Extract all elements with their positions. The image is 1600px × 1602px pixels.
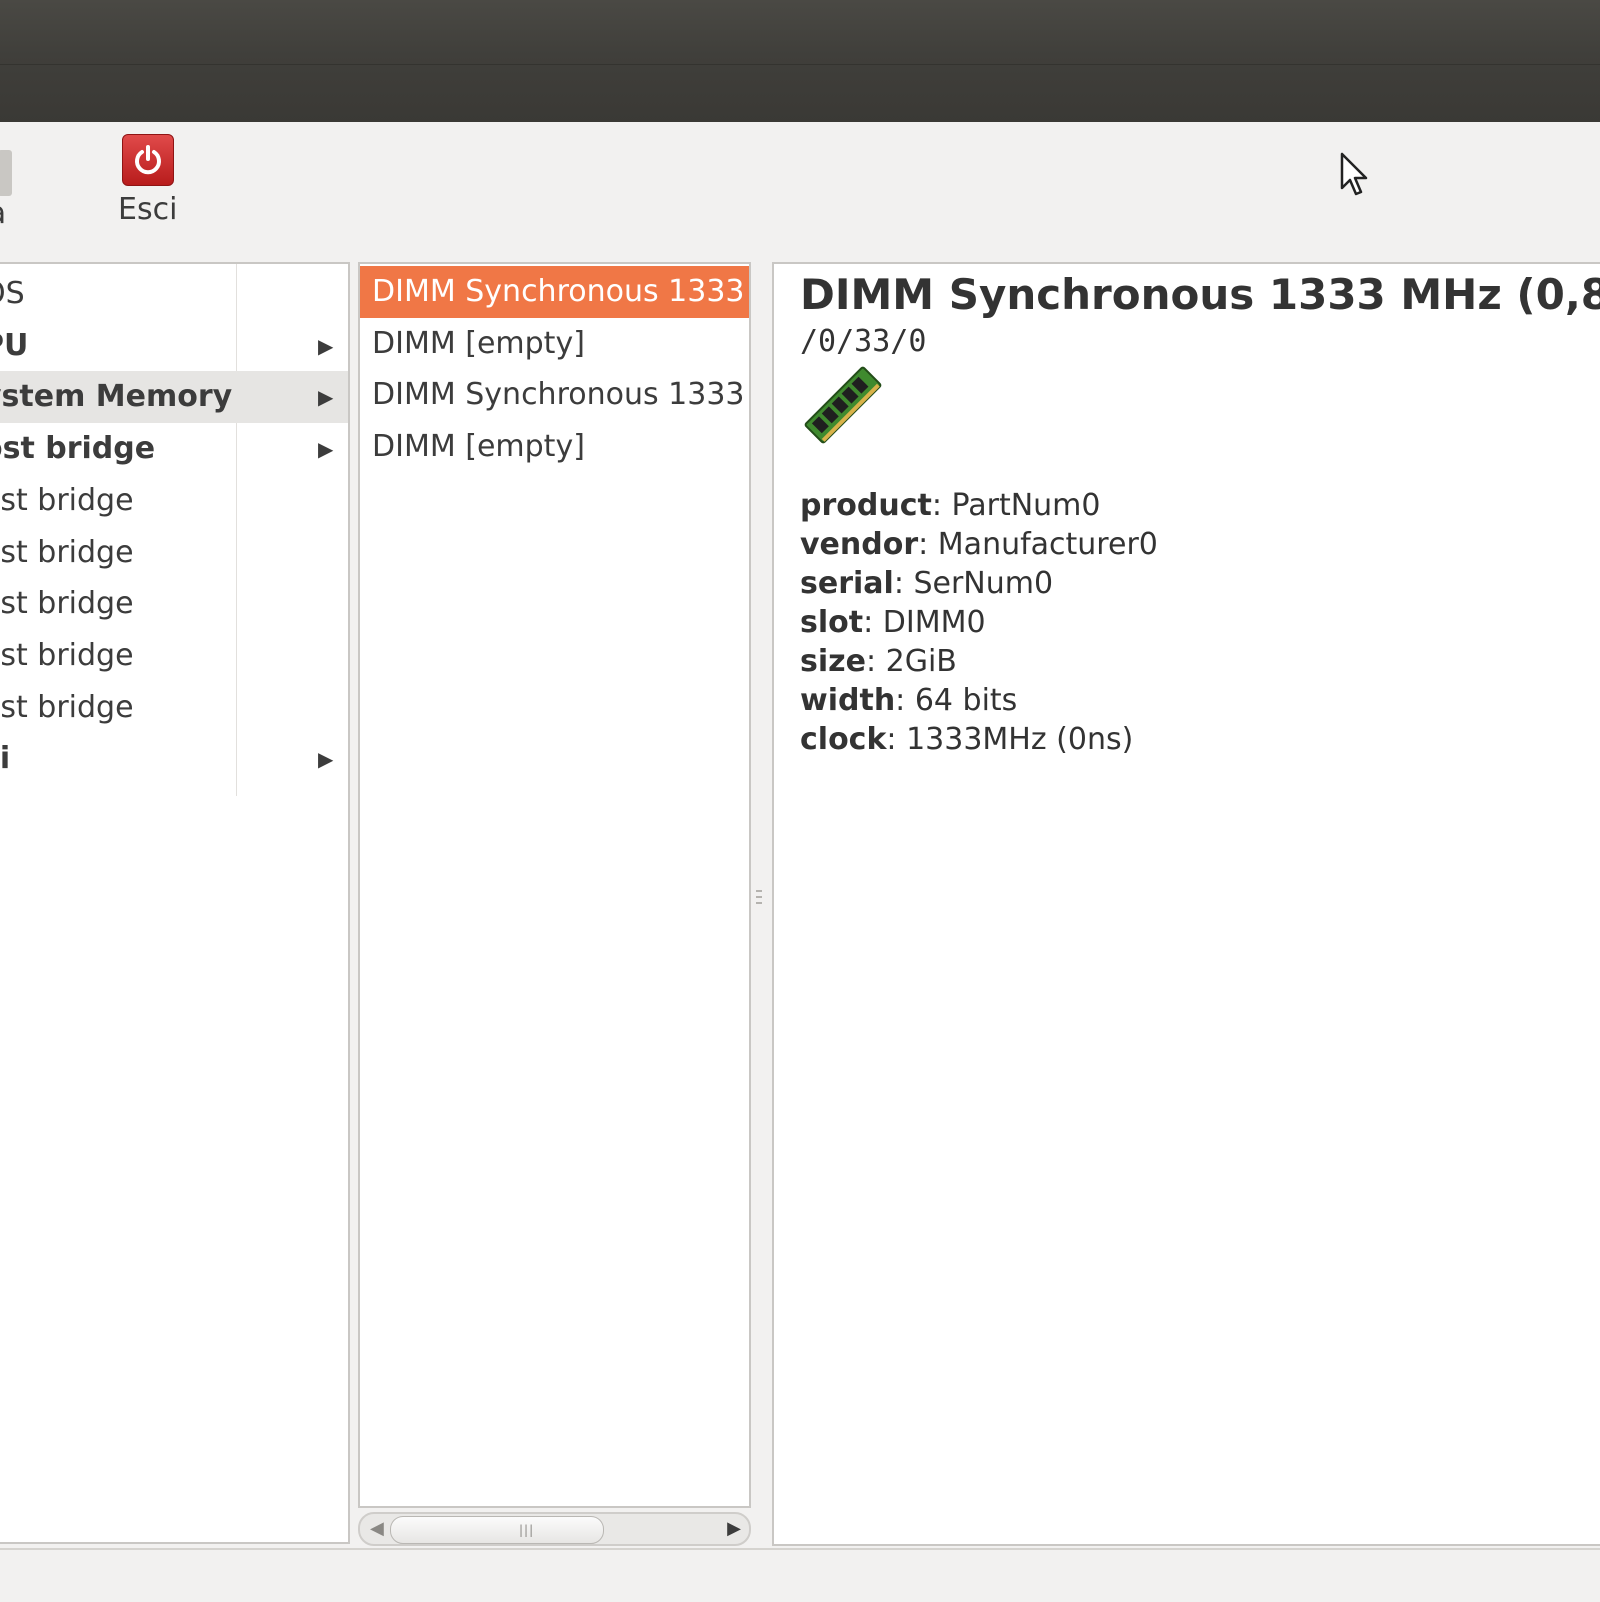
property-key: size bbox=[800, 644, 866, 679]
property-key: width bbox=[800, 683, 896, 718]
tree-item-label: si bbox=[0, 741, 11, 777]
property-list: product: PartNum0 vendor: Manufacturer0 se… bbox=[800, 486, 1158, 759]
expand-arrow-icon[interactable]: ▶ bbox=[318, 320, 333, 372]
memory-module-icon bbox=[798, 360, 888, 454]
property-value: DIMM0 bbox=[882, 605, 986, 640]
tree-item-label: ost bridge bbox=[0, 586, 134, 622]
property-row: slot: DIMM0 bbox=[800, 603, 1158, 642]
tree-item[interactable]: ost bridge bbox=[0, 527, 348, 579]
detail-path: /0/33/0 bbox=[800, 324, 927, 359]
tree-item-label: ost bridge bbox=[0, 431, 156, 467]
tree-item[interactable]: OS bbox=[0, 268, 348, 320]
status-bar bbox=[0, 1548, 1600, 1602]
pane-resize-handle[interactable] bbox=[756, 890, 762, 910]
tree-item-label: ystem Memory bbox=[0, 379, 233, 415]
tree-item-label: ost bridge bbox=[0, 534, 134, 570]
quit-label: Esci bbox=[118, 192, 178, 227]
property-key: product bbox=[800, 488, 932, 523]
property-row: product: PartNum0 bbox=[800, 486, 1158, 525]
property-row: serial: SerNum0 bbox=[800, 564, 1158, 603]
property-key: vendor bbox=[800, 527, 919, 562]
property-separator: : bbox=[893, 566, 914, 601]
toolbar-partial-label: va bbox=[0, 196, 6, 231]
power-icon bbox=[121, 134, 174, 186]
list-item[interactable]: DIMM Synchronous 1333 MHz (0,8 ns) bbox=[360, 266, 749, 318]
property-row: vendor: Manufacturer0 bbox=[800, 525, 1158, 564]
property-row: size: 2GiB bbox=[800, 642, 1158, 681]
expand-arrow-icon[interactable]: ▶ bbox=[318, 371, 333, 423]
device-tree[interactable]: OSPU▶ystem Memory▶ost bridge▶ost bridgeo… bbox=[0, 262, 350, 1544]
property-value: 2GiB bbox=[885, 644, 957, 679]
expand-arrow-icon[interactable]: ▶ bbox=[318, 733, 333, 785]
property-separator: : bbox=[918, 527, 938, 562]
tree-item[interactable]: PU ▶ bbox=[0, 320, 348, 372]
scroll-right-icon[interactable]: ▶ bbox=[727, 1518, 741, 1539]
property-row: width: 64 bits bbox=[800, 681, 1158, 720]
property-separator: : bbox=[895, 683, 915, 718]
property-separator: : bbox=[886, 722, 907, 757]
window-titlebar[interactable] bbox=[0, 0, 1600, 122]
tree-item[interactable]: ost bridge bbox=[0, 578, 348, 630]
property-key: clock bbox=[800, 722, 887, 757]
detail-title: DIMM Synchronous 1333 MHz (0,8 ns) bbox=[800, 270, 1600, 319]
property-value: 64 bits bbox=[914, 683, 1018, 718]
scroll-left-icon[interactable]: ◀ bbox=[370, 1518, 384, 1539]
list-item[interactable]: DIMM Synchronous 1333 MHz (0,8 ns) bbox=[360, 369, 749, 421]
tree-item-label: ost bridge bbox=[0, 482, 134, 518]
tree-item[interactable]: si ▶ bbox=[0, 733, 348, 785]
tree-item[interactable]: ost bridge bbox=[0, 682, 348, 734]
partial-toolbar-icon bbox=[0, 150, 12, 196]
tree-item-label: ost bridge bbox=[0, 637, 134, 673]
tree-item-label: OS bbox=[0, 276, 25, 311]
toolbar-partial-button[interactable]: va bbox=[0, 134, 12, 231]
tree-item[interactable]: ost bridge bbox=[0, 630, 348, 682]
property-row: clock: 1333MHz (0ns) bbox=[800, 720, 1158, 759]
titlebar-divider bbox=[0, 64, 1600, 65]
property-value: SerNum0 bbox=[913, 566, 1054, 601]
property-key: slot bbox=[800, 605, 864, 640]
property-value: PartNum0 bbox=[951, 488, 1101, 523]
tree-item[interactable]: ystem Memory ▶ bbox=[0, 371, 348, 424]
tree-item-label: ost bridge bbox=[0, 689, 134, 725]
detail-pane: DIMM Synchronous 1333 MHz (0,8 ns) /0/33… bbox=[772, 262, 1600, 1546]
device-list[interactable]: DIMM Synchronous 1333 MHz (0,8 ns)DIMM [… bbox=[358, 262, 751, 1508]
tree-item[interactable]: ost bridge ▶ bbox=[0, 423, 348, 475]
quit-button[interactable]: Esci bbox=[118, 134, 177, 227]
list-item[interactable]: DIMM [empty] bbox=[360, 318, 749, 370]
tree-item[interactable]: ost bridge bbox=[0, 475, 348, 527]
scrollbar-thumb[interactable]: ||| bbox=[390, 1516, 604, 1544]
expand-arrow-icon[interactable]: ▶ bbox=[318, 423, 333, 475]
list-item[interactable]: DIMM [empty] bbox=[360, 421, 749, 473]
horizontal-scrollbar[interactable]: ◀ ||| ▶ bbox=[358, 1512, 751, 1546]
property-separator: : bbox=[865, 644, 886, 679]
property-separator: : bbox=[931, 488, 952, 523]
tree-item-label: PU bbox=[0, 327, 29, 363]
property-value: 1333MHz (0ns) bbox=[906, 722, 1134, 757]
property-key: serial bbox=[800, 566, 894, 601]
grip-icon: ||| bbox=[519, 1523, 535, 1537]
property-value: Manufacturer0 bbox=[937, 527, 1158, 562]
property-separator: : bbox=[863, 605, 883, 640]
mouse-pointer-icon bbox=[1340, 152, 1370, 202]
